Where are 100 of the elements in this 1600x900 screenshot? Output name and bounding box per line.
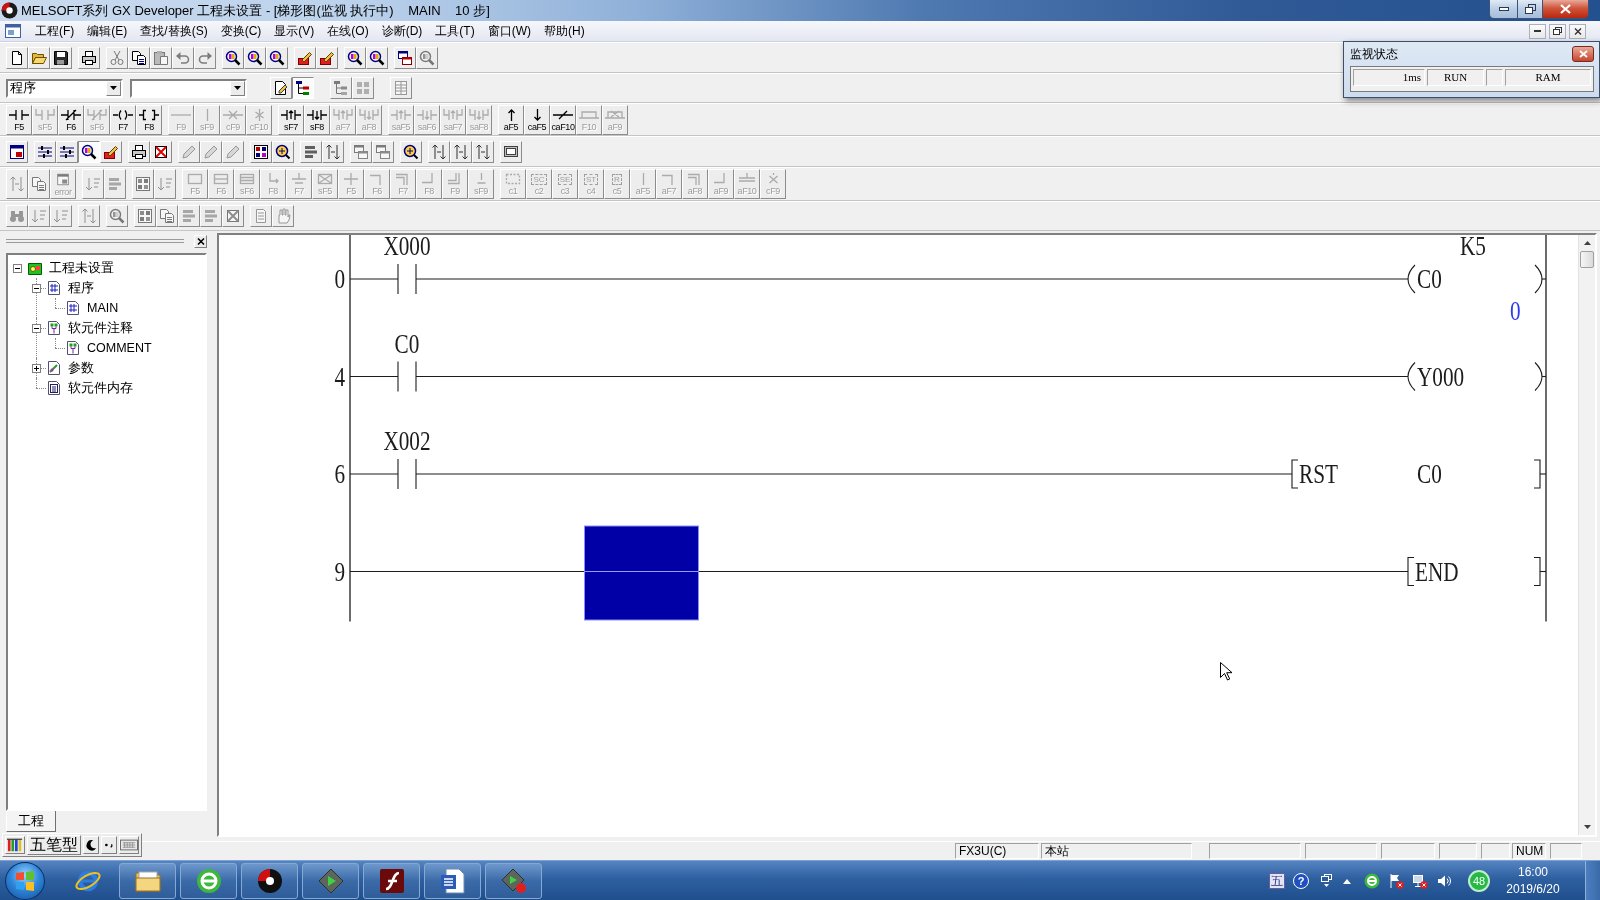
- menu-item[interactable]: 工具(T): [428, 22, 481, 40]
- scroll-thumb[interactable]: [1580, 251, 1594, 268]
- page-chart-icon: [46, 360, 62, 376]
- menu-item[interactable]: 显示(V): [267, 22, 321, 40]
- scissors-icon: [109, 49, 125, 66]
- taskbar-button[interactable]: [424, 862, 481, 899]
- clock-date: 2019/6/20: [1506, 880, 1560, 898]
- crossed-bracket-icon: [605, 108, 625, 121]
- x-mark-icon: [768, 173, 778, 185]
- menu-item[interactable]: 帮助(H): [537, 22, 591, 40]
- tree-item[interactable]: 参数: [68, 360, 94, 376]
- toolbar-button[interactable]: caF5: [524, 104, 550, 135]
- toolbar-button[interactable]: F5: [6, 104, 32, 135]
- close-button[interactable]: [1569, 23, 1586, 39]
- page-lines-icon: [46, 380, 62, 396]
- menu-item[interactable]: 查找/替换(S): [133, 22, 214, 40]
- score-badge[interactable]: 48: [1468, 869, 1490, 892]
- help-button[interactable]: ?: [1293, 872, 1309, 889]
- taskbar-button[interactable]: [180, 862, 237, 899]
- taskbar-button[interactable]: [363, 862, 420, 899]
- keyboard-icon[interactable]: [119, 836, 139, 854]
- menu-item[interactable]: 窗口(W): [480, 22, 537, 40]
- magnifier-icon: [419, 49, 435, 66]
- restore-button[interactable]: [1549, 23, 1566, 39]
- pencil-box-icon: [103, 143, 119, 160]
- plus-magnifier-icon: [275, 143, 291, 160]
- tree-item[interactable]: 工程未设置: [49, 260, 114, 276]
- menu-item[interactable]: 工程(F): [28, 22, 81, 40]
- collapse-box-icon[interactable]: [13, 263, 22, 273]
- taskbar-button[interactable]: [119, 862, 176, 899]
- network-cross-icon[interactable]: [1412, 872, 1428, 889]
- toolbar-button[interactable]: caF10: [550, 104, 576, 135]
- half-disc-icon: [1, 2, 18, 19]
- diamond-play-icon: [316, 866, 345, 895]
- minimize-button[interactable]: [1529, 23, 1546, 39]
- tree-item[interactable]: 软元件内存: [68, 380, 133, 396]
- toolbar-button[interactable]: [78, 140, 100, 163]
- menu-item[interactable]: 在线(O): [320, 22, 375, 40]
- toolbar-button[interactable]: aF5: [498, 104, 524, 135]
- tree-item[interactable]: COMMENT: [87, 340, 152, 356]
- dot-comma-icon[interactable]: [101, 836, 117, 854]
- mouse-pointer-icon: [1220, 662, 1232, 681]
- tree-icon: [295, 80, 311, 96]
- tree-item[interactable]: 软元件注释: [68, 320, 133, 336]
- restore-icon: [1524, 4, 1536, 14]
- input-mode-button[interactable]: 五笔型: [27, 835, 81, 855]
- ime-indicator[interactable]: 五: [1269, 872, 1285, 889]
- printer-icon: [131, 143, 147, 160]
- crossed-box-icon: [153, 143, 169, 160]
- small-windows-icon[interactable]: [1319, 872, 1333, 889]
- step-number: 6: [334, 458, 345, 489]
- toolbar-button[interactable]: F7: [110, 104, 136, 135]
- toolbar-button[interactable]: F8: [136, 104, 162, 135]
- dropdown[interactable]: [130, 78, 247, 98]
- collapse-box-icon[interactable]: [32, 323, 41, 333]
- start-button[interactable]: [5, 861, 45, 900]
- up-triangle-icon: [1583, 241, 1591, 245]
- status-pane: [1486, 69, 1503, 86]
- flag-cross-icon[interactable]: [1388, 872, 1404, 889]
- toolbar-button[interactable]: F6: [58, 104, 84, 135]
- status-pane: FX3U(C): [955, 843, 1039, 859]
- tab[interactable]: 工程: [6, 811, 56, 832]
- menu-item[interactable]: 诊断(D): [374, 22, 429, 40]
- close-icon: [1573, 27, 1582, 35]
- status-pane: 本站: [1041, 843, 1192, 859]
- toolbar-button[interactable]: sF8: [304, 104, 330, 135]
- pencil-box-icon: [319, 49, 335, 66]
- menu-item[interactable]: 编辑(E): [80, 22, 134, 40]
- frame-icon: [185, 173, 205, 185]
- tree-icon: [333, 80, 349, 96]
- pencil-icon: [225, 143, 241, 160]
- instruction-operand: C0: [1417, 458, 1442, 489]
- close-button[interactable]: [1572, 46, 1594, 62]
- diamond-dot-icon: [499, 866, 528, 895]
- close-button[interactable]: [1543, 0, 1589, 19]
- magnifier-icon: [247, 49, 263, 66]
- expand-box-icon[interactable]: [32, 363, 41, 373]
- two-windows-icon: [353, 143, 369, 160]
- tree-item[interactable]: MAIN: [87, 300, 119, 316]
- dropdown[interactable]: 程序: [6, 78, 123, 98]
- restore-button[interactable]: [1517, 0, 1543, 19]
- moon-icon[interactable]: [83, 836, 99, 854]
- falling-contact-icon: [307, 108, 327, 121]
- branch-falling-contact-icon: [469, 108, 489, 121]
- device-label: Y000: [1417, 360, 1465, 392]
- color-bars-icon[interactable]: [5, 836, 25, 854]
- dropdown-arrow-icon: [234, 86, 241, 90]
- taskbar-button[interactable]: [241, 862, 298, 899]
- ring-disc-icon[interactable]: [1364, 872, 1380, 889]
- toolbar-button[interactable]: [292, 77, 314, 99]
- window-icon[interactable]: [5, 24, 21, 38]
- status-pane: [1439, 843, 1477, 859]
- up-down-arrows-icon: [325, 143, 341, 160]
- tree-item[interactable]: 程序: [68, 280, 94, 296]
- closed-contact-icon: [61, 108, 81, 121]
- collapse-box-icon[interactable]: [32, 283, 41, 293]
- menu-item[interactable]: 变换(C): [213, 22, 268, 40]
- toolbar-button[interactable]: sF7: [278, 104, 304, 135]
- minimize-button[interactable]: [1489, 0, 1517, 19]
- status-pane: [1305, 843, 1377, 859]
